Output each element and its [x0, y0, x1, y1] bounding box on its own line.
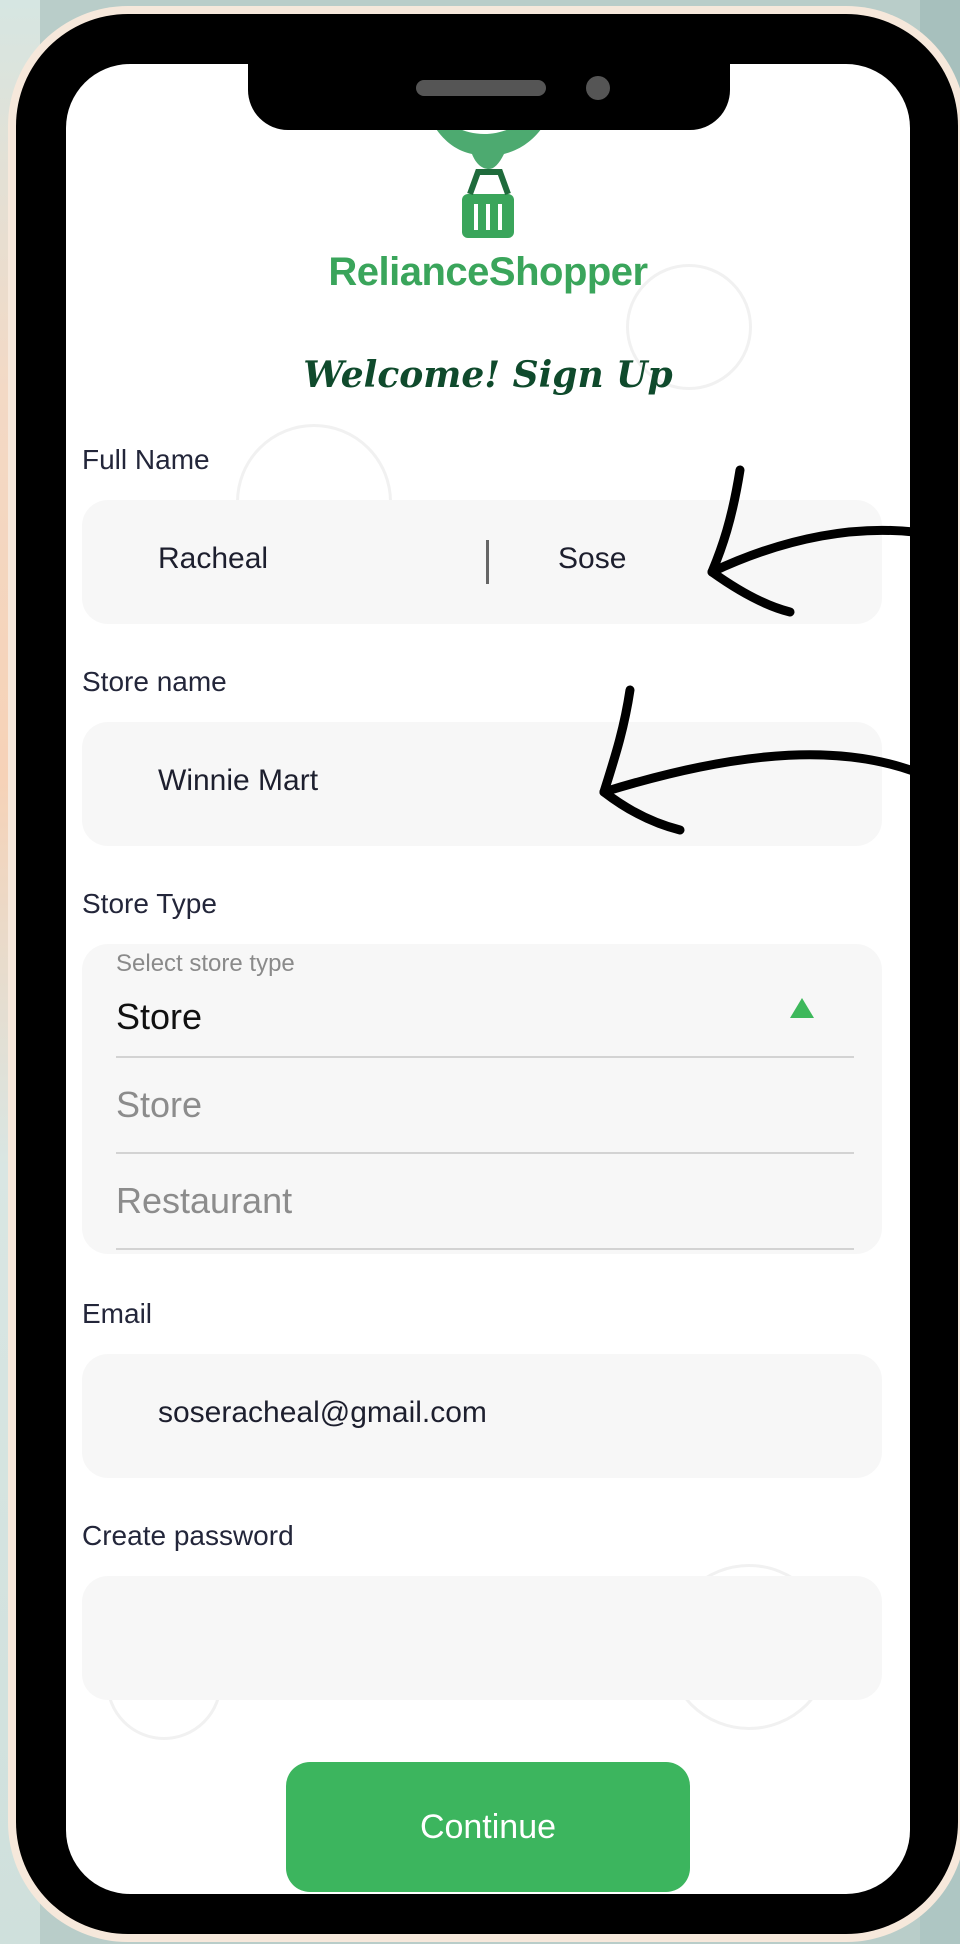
- store-name-value: Winnie Mart: [158, 764, 319, 797]
- store-name-label: Store name: [82, 666, 227, 697]
- name-divider: [486, 540, 489, 584]
- store-type-select[interactable]: Select store type Store Store Restaurant: [82, 944, 882, 1254]
- last-name-input[interactable]: Sose: [558, 542, 626, 576]
- caret-up-icon[interactable]: [790, 998, 814, 1018]
- option-divider: [116, 1056, 854, 1058]
- camera-icon: [586, 76, 610, 100]
- option-store[interactable]: Store: [116, 1084, 202, 1126]
- password-field[interactable]: [82, 1576, 882, 1700]
- full-name-label: Full Name: [82, 444, 210, 475]
- password-label: Create password: [82, 1520, 294, 1551]
- full-name-field[interactable]: Racheal Sose: [82, 500, 882, 624]
- speaker-icon: [416, 80, 546, 96]
- selected-store-type[interactable]: Store: [116, 996, 202, 1038]
- continue-button[interactable]: Continue: [286, 1762, 690, 1892]
- phone-notch: [248, 64, 730, 130]
- select-hint: Select store type: [116, 950, 295, 977]
- brand-name: RelianceShopper: [328, 250, 648, 294]
- page-title: Welcome! Sign Up: [303, 354, 673, 396]
- store-type-label: Store Type: [82, 888, 217, 919]
- first-name-input[interactable]: Racheal: [158, 542, 268, 576]
- store-name-input[interactable]: Winnie Mart: [82, 722, 882, 846]
- email-label: Email: [82, 1298, 153, 1329]
- email-value: soseracheal@gmail.com: [158, 1396, 487, 1429]
- option-restaurant[interactable]: Restaurant: [116, 1180, 292, 1222]
- email-field[interactable]: soseracheal@gmail.com: [82, 1354, 882, 1478]
- app-screen: RelianceShopper Welcome! Sign Up Full Na…: [66, 64, 910, 1894]
- option-divider: [116, 1248, 854, 1250]
- option-divider: [116, 1152, 854, 1154]
